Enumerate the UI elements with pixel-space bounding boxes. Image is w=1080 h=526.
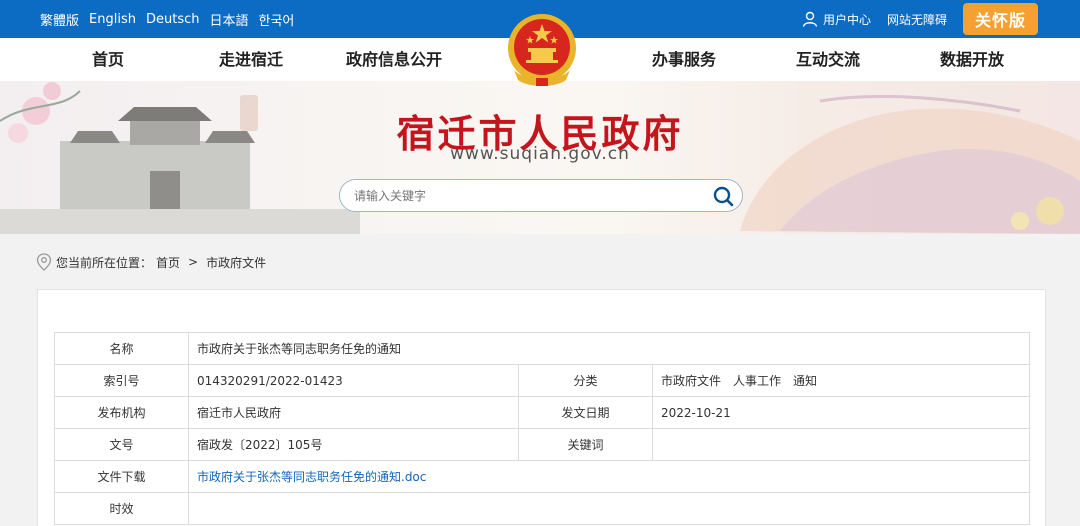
nav-interaction[interactable]: 互动交流 (796, 38, 860, 81)
table-row: 发布机构 宿迁市人民政府 发文日期 2022-10-21 (54, 396, 1030, 429)
docno-label: 文号 (54, 428, 189, 461)
keywords-value (652, 428, 1030, 461)
index-label: 索引号 (54, 364, 189, 397)
document-card: 名称 市政府关于张杰等同志职务任免的通知 索引号 014320291/2022-… (37, 289, 1046, 526)
lang-traditional-chinese-link[interactable]: 繁體版 (40, 10, 79, 29)
search-box (339, 179, 743, 212)
header-banner: 宿迁市人民政府 www.suqian.gov.cn (0, 81, 1080, 234)
search-icon[interactable] (712, 185, 734, 207)
category-value: 市政府文件 人事工作 通知 (652, 364, 1030, 397)
nav-services[interactable]: 办事服务 (652, 38, 716, 81)
accessibility-label: 网站无障碍 (886, 12, 947, 27)
location-pin-icon (36, 253, 52, 271)
index-value: 014320291/2022-01423 (188, 364, 519, 397)
nav-about-suqian[interactable]: 走进宿迁 (219, 38, 283, 81)
search-input[interactable] (354, 186, 694, 206)
care-mode-button[interactable]: 关怀版 (962, 3, 1038, 35)
lang-german-link[interactable]: Deutsch (146, 12, 200, 27)
date-label: 发文日期 (518, 396, 653, 429)
lang-korean-link[interactable]: 한국어 (259, 10, 295, 29)
breadcrumb: 您当前所在位置： 首页 > 市政府文件 (36, 252, 266, 272)
table-row: 文号 宿政发〔2022〕105号 关键词 (54, 428, 1030, 461)
document-info-table: 名称 市政府关于张杰等同志职务任免的通知 索引号 014320291/2022-… (54, 332, 1030, 525)
publisher-value: 宿迁市人民政府 (188, 396, 519, 429)
publisher-label: 发布机构 (54, 396, 189, 429)
validity-value (188, 492, 1030, 525)
validity-label: 时效 (54, 492, 189, 525)
download-label: 文件下载 (54, 460, 189, 493)
breadcrumb-home-link[interactable]: 首页 (156, 254, 180, 271)
site-url: www.suqian.gov.cn (450, 144, 630, 164)
keywords-label: 关键词 (518, 428, 653, 461)
breadcrumb-separator: > (188, 255, 199, 269)
nav-gov-info[interactable]: 政府信息公开 (346, 38, 442, 81)
docno-value: 宿政发〔2022〕105号 (188, 428, 519, 461)
table-row: 名称 市政府关于张杰等同志职务任免的通知 (54, 332, 1030, 365)
lang-japanese-link[interactable]: 日本語 (209, 10, 248, 29)
category-label: 分类 (518, 364, 653, 397)
breadcrumb-current[interactable]: 市政府文件 (206, 254, 266, 271)
nav-open-data[interactable]: 数据开放 (940, 38, 1004, 81)
lang-english-link[interactable]: English (89, 12, 136, 27)
national-emblem-icon (508, 14, 576, 86)
download-link[interactable]: 市政府关于张杰等同志职务任免的通知.doc (188, 460, 1030, 493)
language-links: 繁體版 English Deutsch 日本語 한국어 (40, 0, 294, 38)
table-row: 索引号 014320291/2022-01423 分类 市政府文件 人事工作 通… (54, 364, 1030, 397)
breadcrumb-prefix: 您当前所在位置： (56, 255, 153, 270)
accessibility-link[interactable]: 网站无障碍 (887, 11, 947, 28)
user-center-link[interactable]: 用户中心 (802, 11, 871, 28)
date-value: 2022-10-21 (652, 396, 1030, 429)
user-center-label: 用户中心 (822, 12, 871, 27)
table-row: 时效 (54, 492, 1030, 525)
top-right-links: 用户中心 网站无障碍 关怀版 (802, 0, 1038, 38)
nav-home[interactable]: 首页 (92, 38, 124, 81)
table-row: 文件下载 市政府关于张杰等同志职务任免的通知.doc (54, 460, 1030, 493)
user-icon (802, 11, 818, 27)
name-label: 名称 (54, 332, 189, 365)
name-value: 市政府关于张杰等同志职务任免的通知 (188, 332, 1030, 365)
